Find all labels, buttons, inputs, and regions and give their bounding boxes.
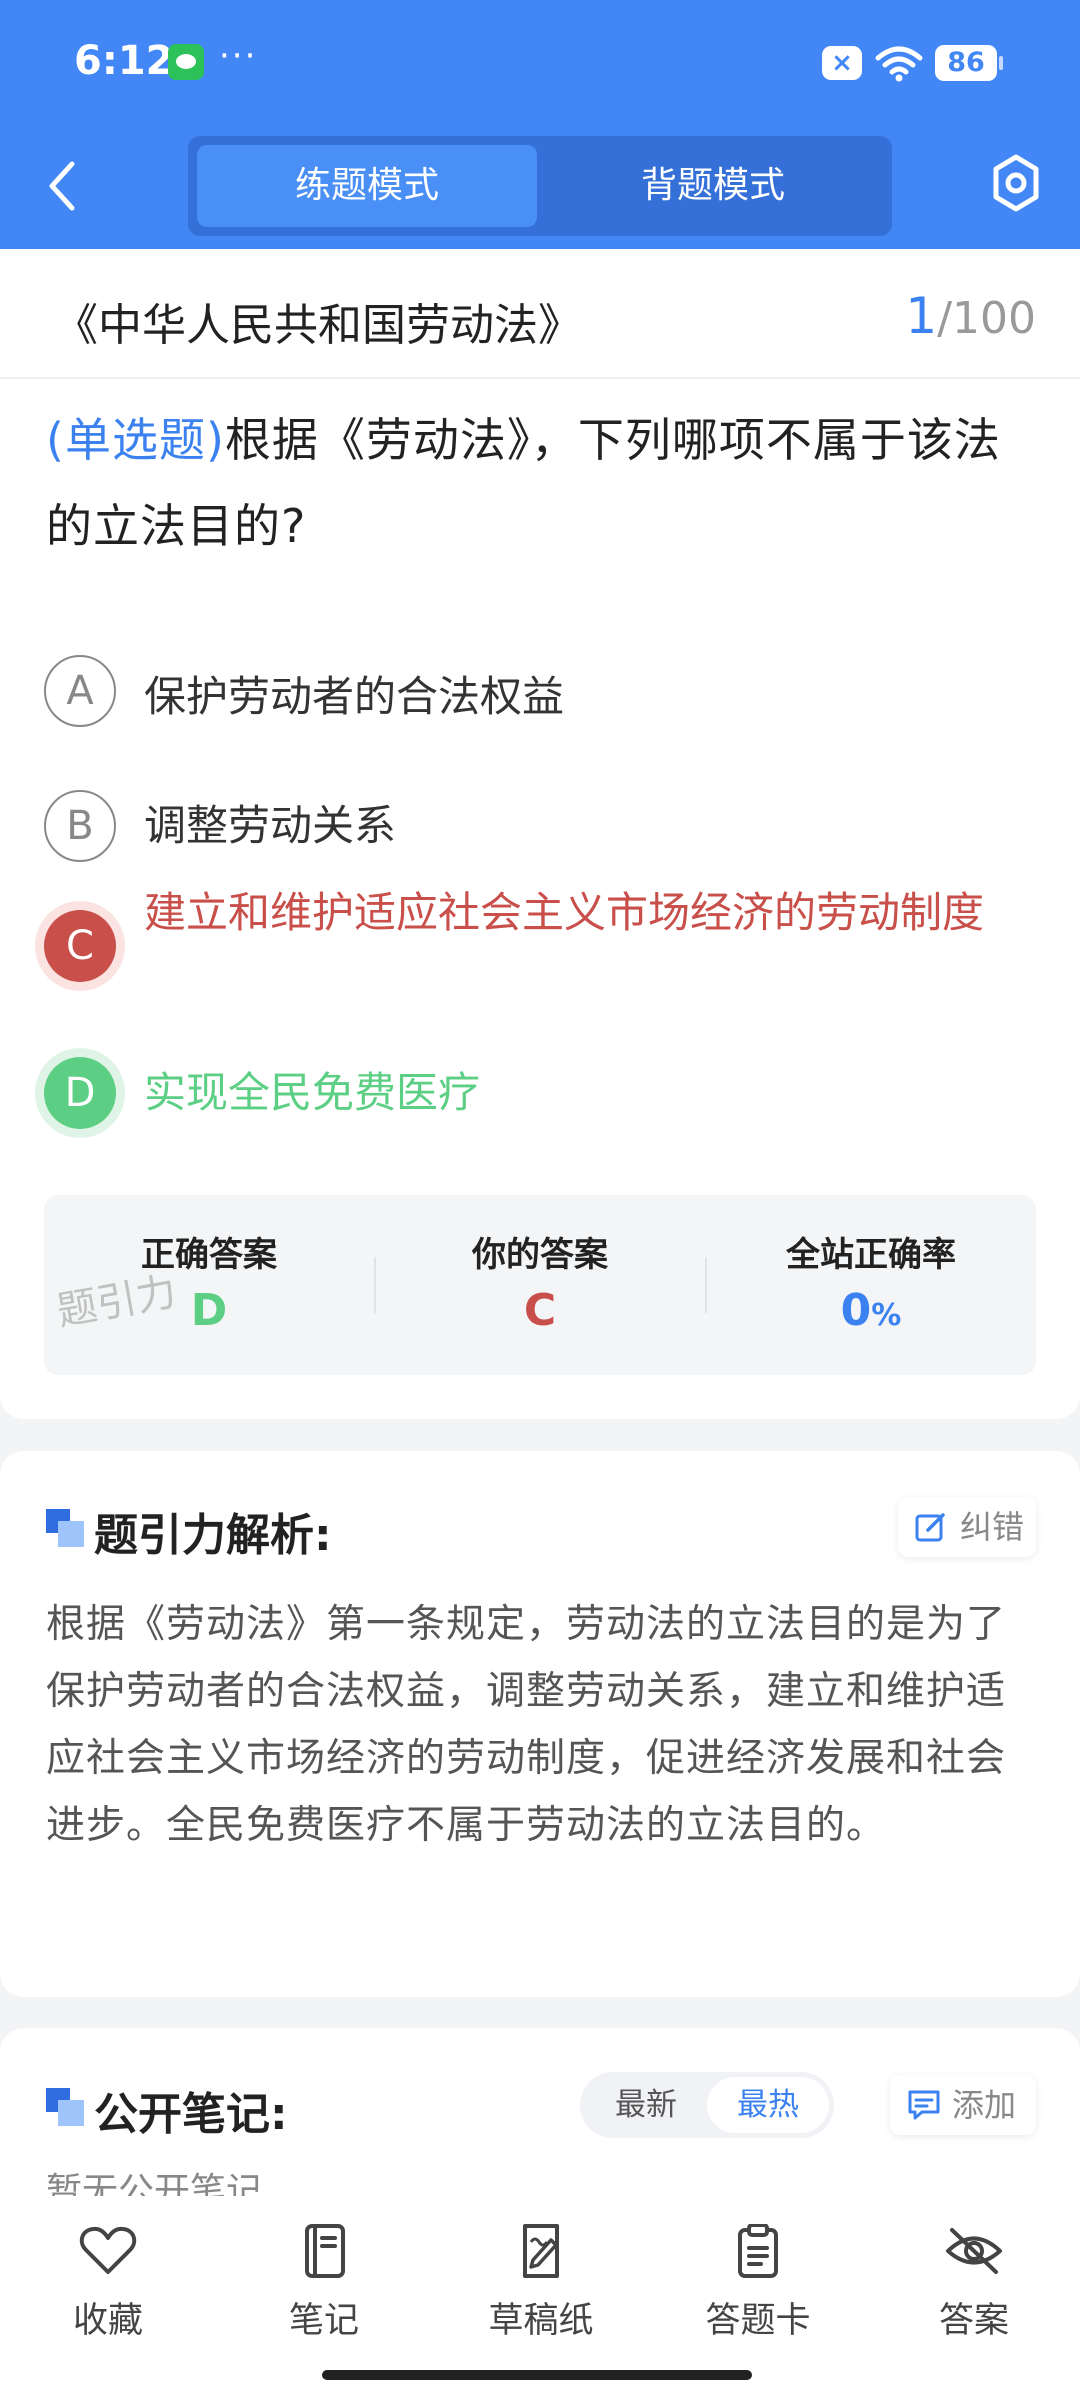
- progress-total: /100: [937, 293, 1036, 344]
- notes-sort-toggle: 最新 最热: [580, 2072, 834, 2138]
- answer-result-panel: 题引力 正确答案 D 你的答案 C 全站正确率 0%: [44, 1195, 1036, 1375]
- correct-answer-label: 正确答案: [141, 1235, 277, 1275]
- add-note-button[interactable]: 添加: [890, 2075, 1036, 2135]
- mute-icon: ×: [822, 46, 862, 80]
- edit-icon: [915, 1513, 945, 1542]
- option-c-key: C: [44, 910, 116, 982]
- option-b-key: B: [44, 790, 116, 862]
- progress-current: 1: [905, 287, 938, 345]
- question-progress: 1/100: [905, 287, 1036, 345]
- nav-answer-sheet[interactable]: 答题卡: [678, 2224, 838, 2343]
- wifi-icon: [875, 46, 923, 82]
- option-a-text: 保护劳动者的合法权益: [144, 672, 565, 721]
- battery-indicator: 86: [935, 45, 1003, 81]
- report-error-button[interactable]: 纠错: [898, 1497, 1036, 1557]
- section-squares-icon: [46, 1509, 84, 1547]
- add-note-label: 添加: [952, 2086, 1017, 2124]
- nav-favorite-label: 收藏: [72, 2301, 143, 2341]
- mode-switch: 练题模式 背题模式: [188, 136, 892, 236]
- exam-title: 《中华人民共和国劳动法》: [54, 300, 582, 351]
- eye-off-icon: [946, 2228, 1002, 2274]
- notes-title: 公开笔记:: [94, 2089, 288, 2140]
- tab-memorize-mode[interactable]: 背题模式: [543, 145, 883, 227]
- question-card: 《中华人民共和国劳动法》 1/100 (单选题)根据《劳动法》，下列哪项不属于该…: [0, 249, 1080, 1419]
- your-answer-value: C: [523, 1285, 557, 1336]
- correct-answer-stat: 正确答案 D: [44, 1195, 374, 1375]
- heart-icon: [79, 2226, 137, 2274]
- analysis-title: 题引力解析:: [94, 1510, 332, 1561]
- nav-answer-sheet-label: 答题卡: [705, 2301, 811, 2341]
- section-squares-icon: [46, 2088, 84, 2126]
- analysis-text: 根据《劳动法》第一条规定，劳动法的立法目的是为了保护劳动者的合法权益，调整劳动关…: [46, 1602, 1007, 1848]
- accuracy-unit: %: [871, 1298, 902, 1333]
- accuracy-label: 全站正确率: [786, 1235, 956, 1275]
- your-answer-stat: 你的答案 C: [375, 1195, 705, 1375]
- settings-icon[interactable]: [990, 153, 1042, 213]
- app-header: 6:12 ··· × 86 练题模式 背题模式: [0, 0, 1080, 249]
- back-chevron-icon[interactable]: [40, 158, 84, 214]
- question-title-row: 《中华人民共和国劳动法》 1/100: [0, 249, 1080, 379]
- report-error-label: 纠错: [960, 1508, 1025, 1546]
- accuracy-number: 0: [840, 1285, 872, 1336]
- nav-favorite[interactable]: 收藏: [28, 2224, 188, 2343]
- sort-latest[interactable]: 最新: [585, 2077, 707, 2133]
- wechat-icon: [168, 44, 204, 80]
- option-d-key: D: [44, 1057, 116, 1129]
- analysis-card: 题引力解析: 纠错 根据《劳动法》第一条规定，劳动法的立法目的是为了保护劳动者的…: [0, 1451, 1080, 1997]
- option-c-text: 建立和维护适应社会主义市场经济的劳动制度: [144, 888, 985, 937]
- nav-answer-label: 答案: [938, 2301, 1009, 2341]
- question-type: (单选题): [46, 413, 225, 467]
- correct-answer-value: D: [190, 1285, 228, 1336]
- clipboard-icon: [738, 2224, 778, 2278]
- draft-icon: [523, 2224, 559, 2278]
- accuracy-value: 0%: [706, 1285, 1036, 1336]
- status-time: 6:12: [74, 38, 174, 84]
- home-indicator[interactable]: [322, 2370, 752, 2380]
- option-d-text: 实现全民免费医疗: [144, 1068, 481, 1117]
- comment-icon: [908, 2090, 940, 2120]
- sort-hottest[interactable]: 最热: [707, 2077, 829, 2133]
- nav-answer[interactable]: 答案: [894, 2224, 1054, 2343]
- notebook-icon: [305, 2224, 345, 2278]
- nav-draft-paper[interactable]: 草稿纸: [461, 2224, 621, 2343]
- accuracy-stat: 全站正确率 0%: [706, 1195, 1036, 1375]
- nav-notes-label: 笔记: [288, 2301, 359, 2341]
- more-notifications-icon: ···: [219, 36, 258, 76]
- option-b-text: 调整劳动关系: [144, 801, 397, 850]
- question-text: (单选题)根据《劳动法》，下列哪项不属于该法的立法目的?: [46, 397, 1036, 569]
- nav-notes[interactable]: 笔记: [244, 2224, 404, 2343]
- nav-draft-paper-label: 草稿纸: [488, 2301, 594, 2341]
- tab-practice-mode[interactable]: 练题模式: [197, 145, 537, 227]
- option-a-key: A: [44, 655, 116, 727]
- your-answer-label: 你的答案: [472, 1235, 608, 1275]
- status-bar: 6:12 ··· × 86: [0, 0, 1080, 125]
